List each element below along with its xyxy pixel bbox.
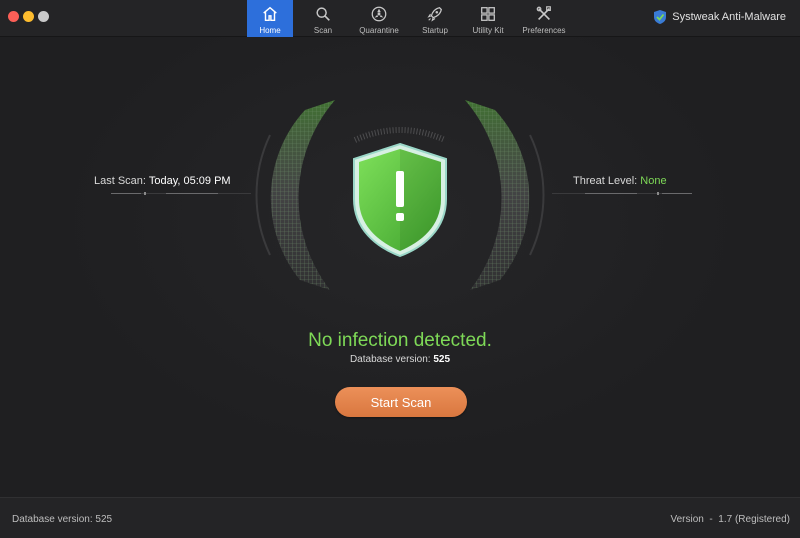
biohazard-icon	[371, 6, 387, 22]
divider-right	[552, 192, 692, 195]
rocket-icon	[427, 7, 442, 22]
tab-scan[interactable]: Scan	[300, 0, 346, 38]
divider-left	[111, 192, 251, 195]
status-bar: Database version: 525 Version - 1.7 (Reg…	[0, 497, 800, 538]
zoom-window-button[interactable]	[38, 11, 49, 22]
threat-level-info: Threat Level: None	[573, 175, 667, 187]
tab-home-label: Home	[259, 26, 281, 35]
last-scan-value: Today, 05:09 PM	[148, 175, 231, 187]
shield-status-icon	[353, 142, 447, 258]
tab-preferences-label: Preferences	[522, 26, 566, 35]
tab-startup-label: Startup	[422, 26, 448, 35]
main-toolbar: Home Scan Quarantine Startup Utility Kit…	[247, 0, 577, 38]
tab-startup[interactable]: Startup	[412, 0, 458, 38]
close-window-button[interactable]	[8, 11, 19, 22]
brand-shield-icon	[654, 10, 667, 24]
tab-scan-label: Scan	[313, 26, 333, 35]
minimize-window-button[interactable]	[23, 11, 34, 22]
start-scan-button[interactable]: Start Scan	[335, 387, 467, 417]
threat-level-label: Threat Level:	[573, 175, 638, 187]
dashboard: Last Scan: Today, 05:09 PM Threat Level:…	[0, 37, 800, 497]
footer-database-version: Database version: 525	[12, 514, 113, 525]
home-icon	[263, 6, 277, 22]
database-version-label: Database version:	[349, 354, 431, 365]
database-version-info: Database version: 525	[0, 354, 800, 365]
brand-name: Systweak Anti-Malware	[672, 11, 786, 23]
search-icon	[316, 7, 330, 21]
tab-utility-kit[interactable]: Utility Kit	[465, 0, 511, 38]
tab-utility-kit-label: Utility Kit	[472, 26, 504, 35]
tab-quarantine-label: Quarantine	[359, 26, 399, 35]
app-window: Home Scan Quarantine Startup Utility Kit…	[0, 0, 800, 538]
tab-home[interactable]: Home	[247, 0, 293, 38]
database-version-value: 525	[433, 354, 451, 365]
brand: Systweak Anti-Malware	[653, 9, 786, 25]
footer-app-version: Version - 1.7 (Registered)	[670, 514, 791, 525]
threat-level-value: None	[640, 175, 667, 187]
last-scan-label: Last Scan:	[94, 175, 146, 187]
title-bar: Home Scan Quarantine Startup Utility Kit…	[0, 0, 800, 38]
tab-preferences[interactable]: Preferences	[518, 0, 570, 38]
grid-icon	[481, 7, 495, 21]
last-scan-info: Last Scan: Today, 05:09 PM	[94, 175, 231, 187]
tools-icon	[536, 6, 551, 20]
scan-status-text: No infection detected.	[308, 330, 492, 351]
tab-quarantine[interactable]: Quarantine	[353, 0, 405, 38]
